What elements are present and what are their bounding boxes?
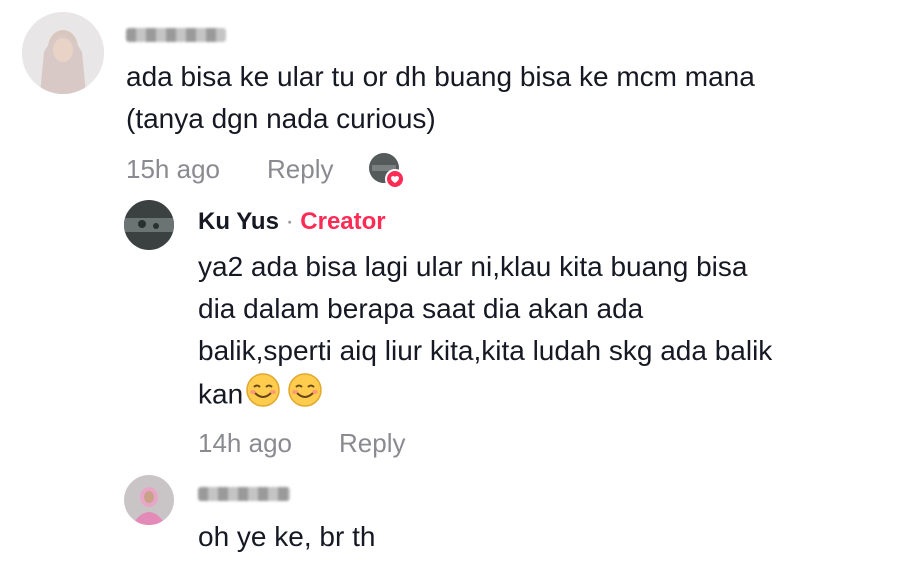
reply-button[interactable]: Reply (267, 154, 333, 185)
comment-text-line: ya2 ada bisa lagi ular ni,klau kita buan… (198, 251, 748, 282)
creator-badge: Creator (300, 208, 386, 235)
reply-button[interactable]: Reply (339, 428, 405, 459)
comment-text-line: dia dalam berapa saat dia akan ada (198, 293, 644, 324)
comment-text-line: balik,sperti aiq liur kita,kita ludah sk… (198, 335, 773, 366)
avatar[interactable] (124, 200, 174, 250)
creator-liked-icon (368, 152, 406, 190)
smiling-face-emoji-icon (245, 372, 281, 420)
comment-text: oh ye ke, br th (198, 516, 375, 558)
comment-text-line: kan (198, 372, 772, 420)
username[interactable]: Ku Yus (198, 208, 279, 235)
comment-text-line: ada bisa ke ular tu or dh buang bisa ke … (126, 61, 755, 92)
creator-avatar-icon (124, 200, 174, 250)
comment-text-line: (tanya dgn nada curious) (126, 103, 436, 134)
comment-text-line: oh ye ke, br th (198, 521, 376, 552)
creator-username-row: Ku Yus · Creator (198, 208, 386, 236)
avatar[interactable] (22, 12, 104, 94)
comment-text: ada bisa ke ular tu or dh buang bisa ke … (126, 56, 755, 140)
user-portrait-icon (124, 475, 174, 525)
avatar[interactable] (124, 475, 174, 525)
user-portrait-icon (22, 12, 104, 94)
comment-text-fragment: kan (198, 378, 244, 410)
smiling-face-emoji-icon (287, 372, 323, 420)
comment-text: ya2 ada bisa lagi ular ni,klau kita buan… (198, 246, 772, 420)
username[interactable]: nadias (126, 28, 226, 42)
comment-timestamp: 14h ago (198, 428, 292, 458)
comment-timestamp: 15h ago (126, 154, 220, 184)
separator-dot: · (285, 208, 294, 235)
username[interactable]: akmisi (198, 487, 290, 501)
